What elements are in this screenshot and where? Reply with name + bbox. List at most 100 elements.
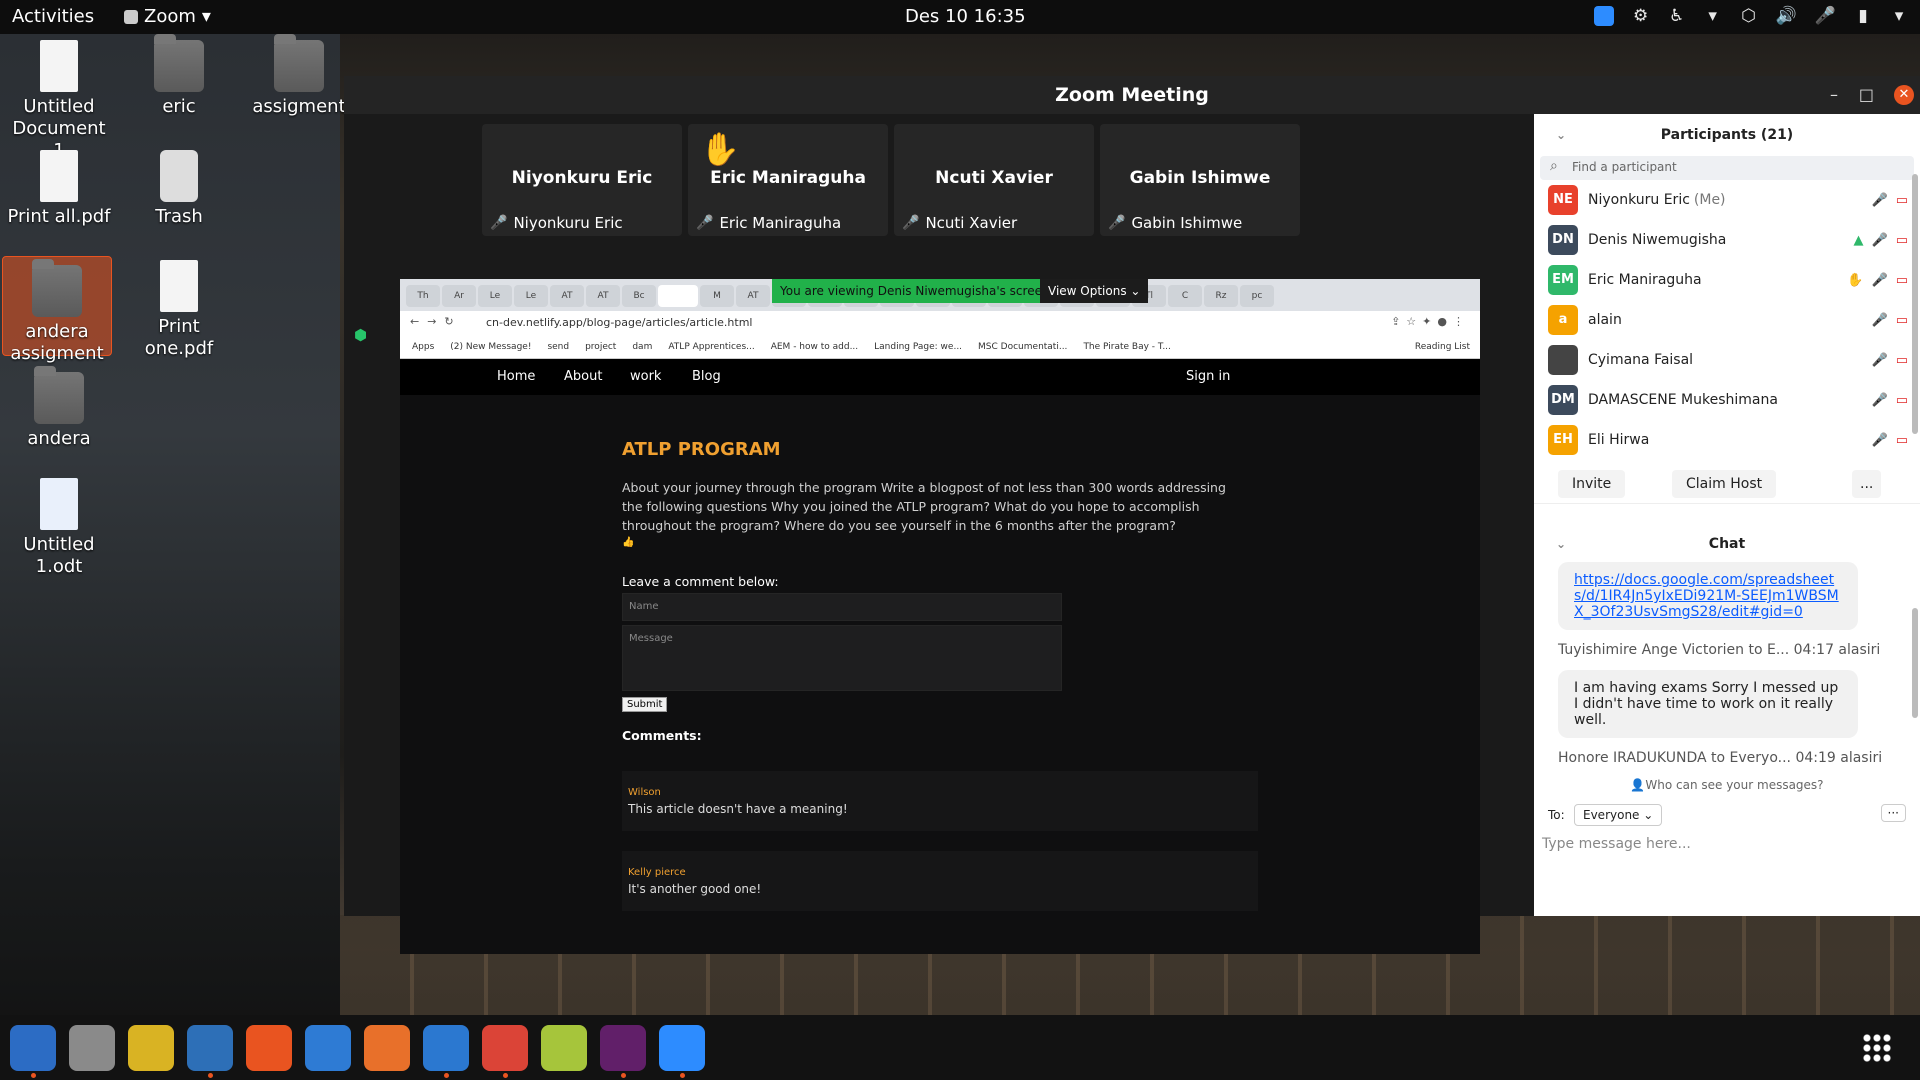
browser-tab: Rz bbox=[1204, 285, 1238, 307]
participant-row[interactable]: EH Eli Hirwa 🎤 ▭ bbox=[1534, 420, 1920, 460]
view-options-button[interactable]: View Options ⌄ bbox=[1040, 279, 1149, 303]
participant-status-icons: 🎤 ▭ bbox=[1872, 353, 1908, 368]
who-can-see-link[interactable]: 👤Who can see your messages? bbox=[1534, 778, 1920, 792]
shared-screen[interactable]: ThArLeLeATATBcMATATCrCrCrCrEfAIGcArATTlC… bbox=[400, 279, 1480, 954]
network-icon[interactable]: ⬡ bbox=[1740, 6, 1758, 26]
participant-row[interactable]: DM DAMASCENE Mukeshimana 🎤 ▭ bbox=[1534, 380, 1920, 420]
volume-icon[interactable]: 🔊 bbox=[1776, 6, 1797, 26]
video-tile[interactable]: Niyonkuru Eric 🎤 Niyonkuru Eric bbox=[482, 124, 682, 236]
collapse-chevron-icon[interactable]: ⌄ bbox=[1556, 114, 1566, 156]
chat-scrollbar[interactable] bbox=[1912, 608, 1918, 718]
recipient-dropdown[interactable]: Everyone ⌄ bbox=[1574, 804, 1663, 826]
vscode-icon[interactable] bbox=[423, 1025, 469, 1071]
mic-muted-icon: 🎤 bbox=[696, 215, 714, 231]
participant-status-icons: 🎤 ▭ bbox=[1872, 193, 1908, 208]
video-tile[interactable]: Gabin Ishimwe 🎤 Gabin Ishimwe bbox=[1100, 124, 1300, 236]
mic-muted-icon: 🎤 bbox=[1108, 215, 1126, 231]
article-title: ATLP PROGRAM bbox=[622, 439, 781, 460]
participant-row[interactable]: EM Eric Maniraguha ✋ 🎤 ▭ bbox=[1534, 260, 1920, 300]
collapse-chevron-icon[interactable]: ⌄ bbox=[1556, 526, 1566, 562]
message-field: Message bbox=[622, 625, 1062, 691]
desktop-icon-label: andera assigment bbox=[10, 321, 104, 364]
chrome-icon[interactable] bbox=[482, 1025, 528, 1071]
tile-label-text: Ncuti Xavier bbox=[925, 214, 1018, 232]
rhythmbox-icon[interactable] bbox=[128, 1025, 174, 1071]
desktop-icon-andera-assigment[interactable]: andera assigment bbox=[2, 256, 112, 364]
desktop-icon-label: eric bbox=[162, 96, 196, 117]
article: ATLP PROGRAM About your journey through … bbox=[622, 439, 1258, 911]
notes-icon[interactable] bbox=[541, 1025, 587, 1071]
mic-muted-icon: 🎤 bbox=[1871, 232, 1888, 248]
chat-message-input[interactable]: Type message here... bbox=[1534, 830, 1920, 858]
participant-row[interactable]: a alain 🎤 ▭ bbox=[1534, 300, 1920, 340]
firefox-icon[interactable] bbox=[364, 1025, 410, 1071]
files-icon[interactable] bbox=[69, 1025, 115, 1071]
tile-name: Niyonkuru Eric bbox=[511, 168, 653, 188]
chat-link[interactable]: https://docs.google.com/spreadsheets/d/1… bbox=[1574, 572, 1839, 620]
close-icon[interactable]: ✕ bbox=[1894, 85, 1914, 105]
participant-row[interactable]: DN Denis Niwemugisha ▲ 🎤 ▭ bbox=[1534, 220, 1920, 260]
video-off-icon: ▭ bbox=[1895, 272, 1908, 288]
desktop-icon-andera[interactable]: andera bbox=[4, 366, 114, 450]
activities-button[interactable]: Activities bbox=[12, 6, 94, 27]
desktop-icon-untitled-odt[interactable]: Untitled 1.odt bbox=[4, 478, 114, 578]
tile-name: Ncuti Xavier bbox=[935, 168, 1053, 188]
chevron-down-icon[interactable]: ▾ bbox=[1704, 6, 1722, 26]
microphone-icon[interactable]: 🎤 bbox=[1815, 6, 1836, 26]
claim-host-button[interactable]: Claim Host bbox=[1672, 470, 1777, 498]
avatar: a bbox=[1548, 305, 1578, 335]
software-icon[interactable] bbox=[246, 1025, 292, 1071]
avatar: DM bbox=[1548, 385, 1578, 415]
invite-button[interactable]: Invite bbox=[1558, 470, 1626, 498]
accessibility-icon[interactable]: ♿ bbox=[1668, 6, 1686, 26]
writer-icon[interactable] bbox=[187, 1025, 233, 1071]
slack-tray-icon[interactable]: ⚙ bbox=[1632, 6, 1650, 26]
participant-row[interactable]: NE Niyonkuru Eric (Me) 🎤 ▭ bbox=[1534, 180, 1920, 220]
tile-label: 🎤 Eric Maniraguha bbox=[696, 214, 841, 232]
participant-search-input[interactable]: Find a participant bbox=[1540, 156, 1914, 180]
thunderbird-icon[interactable] bbox=[10, 1025, 56, 1071]
participant-status-icons: 🎤 ▭ bbox=[1872, 313, 1908, 328]
zoom-icon[interactable] bbox=[659, 1025, 705, 1071]
tile-name: Gabin Ishimwe bbox=[1129, 168, 1271, 188]
minimize-icon[interactable]: – bbox=[1830, 85, 1838, 104]
help-icon[interactable] bbox=[305, 1025, 351, 1071]
participants-header: ⌄ Participants (21) bbox=[1534, 114, 1920, 156]
participants-scrollbar[interactable] bbox=[1912, 174, 1918, 434]
maximize-icon[interactable]: □ bbox=[1859, 85, 1874, 104]
to-label: To: bbox=[1548, 808, 1565, 822]
participant-row[interactable]: Cyimana Faisal 🎤 ▭ bbox=[1534, 340, 1920, 380]
video-tile[interactable]: Ncuti Xavier 🎤 Ncuti Xavier bbox=[894, 124, 1094, 236]
zoom-title: Zoom Meeting bbox=[344, 76, 1920, 114]
more-button[interactable]: ... bbox=[1852, 470, 1882, 498]
clock[interactable]: Des 10 16:35 bbox=[905, 6, 1026, 27]
comment-item: Wilson This article doesn't have a meanin… bbox=[622, 771, 1258, 831]
system-tray[interactable]: ⚙ ♿ ▾ ⬡ 🔊 🎤 ▮ ▾ bbox=[1593, 6, 1908, 26]
bookmark-item: ATLP Apprentices... bbox=[668, 341, 755, 352]
browser-tab: Ar bbox=[442, 285, 476, 307]
browser-tab: pc bbox=[1240, 285, 1274, 307]
desktop-icon-trash[interactable]: Trash bbox=[124, 150, 234, 228]
desktop-icon-assigment[interactable]: assigment bbox=[244, 34, 354, 118]
encryption-shield-icon[interactable]: ⬢ bbox=[354, 326, 367, 344]
zoom-tray-icon[interactable] bbox=[1593, 6, 1614, 26]
meeting-stage: Niyonkuru Eric 🎤 Niyonkuru Eric ✋ Eric Mani… bbox=[344, 114, 1534, 954]
video-tile[interactable]: ✋ Eric Maniraguha 🎤 Eric Maniraguha bbox=[688, 124, 888, 236]
desktop-icon-print-all[interactable]: Print all.pdf bbox=[4, 150, 114, 228]
slack-icon[interactable] bbox=[600, 1025, 646, 1071]
desktop-icon-print-one[interactable]: Print one.pdf bbox=[124, 260, 234, 360]
app-menu[interactable]: Zoom ▾ bbox=[124, 6, 211, 27]
participant-name: alain bbox=[1588, 312, 1622, 328]
chevron-down-icon[interactable]: ▾ bbox=[1890, 6, 1908, 26]
chat-header: ⌄ Chat bbox=[1534, 526, 1920, 562]
chat-more-button[interactable]: ··· bbox=[1880, 804, 1906, 822]
show-apps-icon[interactable] bbox=[1862, 1033, 1892, 1063]
chat-message: I am having exams Sorry I messed up I di… bbox=[1558, 670, 1858, 738]
desktop-icon-untitled-document[interactable]: Untitled Document 1 bbox=[4, 40, 114, 162]
bookmark-item: project bbox=[585, 341, 617, 352]
desktop-icon-eric[interactable]: eric bbox=[124, 34, 234, 118]
participant-list: NE Niyonkuru Eric (Me) 🎤 ▭ DN Denis Niwemugish… bbox=[1534, 180, 1920, 464]
tile-label-text: Eric Maniraguha bbox=[719, 214, 842, 232]
browser-tab: C bbox=[1168, 285, 1202, 307]
battery-icon[interactable]: ▮ bbox=[1854, 6, 1872, 26]
